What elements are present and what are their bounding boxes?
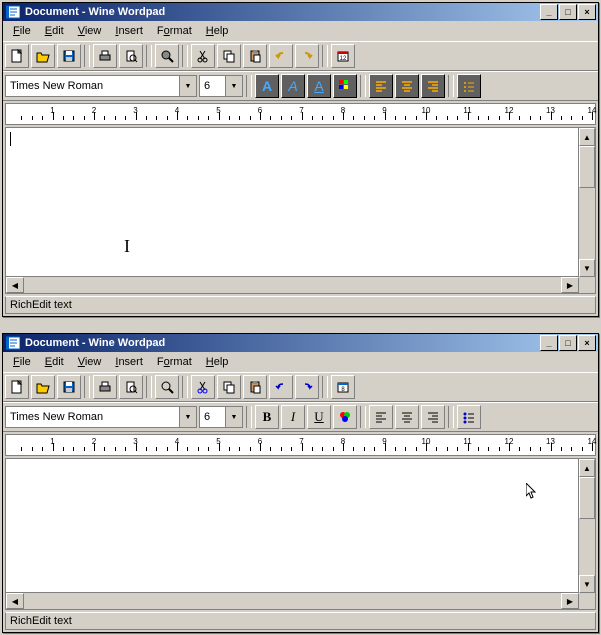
menu-format[interactable]: Format [151, 23, 198, 39]
menu-edit[interactable]: Edit [39, 354, 70, 370]
menu-help[interactable]: Help [200, 23, 235, 39]
window-title: Document - Wine Wordpad [25, 6, 540, 18]
menu-help[interactable]: Help [200, 354, 235, 370]
copy-button[interactable] [217, 375, 241, 399]
preview-button[interactable] [119, 375, 143, 399]
menu-view[interactable]: View [72, 354, 108, 370]
size-combo[interactable]: 6 ▼ [199, 406, 243, 428]
size-combo[interactable]: 6 ▼ [199, 75, 243, 97]
bullets-button[interactable] [457, 74, 481, 98]
menu-file[interactable]: File [7, 23, 37, 39]
hscrollbar[interactable]: ◀▶ [6, 276, 579, 293]
svg-text:12: 12 [340, 56, 347, 62]
print-button[interactable] [93, 44, 117, 68]
chevron-down-icon[interactable]: ▼ [179, 407, 196, 427]
find-button[interactable] [155, 375, 179, 399]
wordpad-icon [5, 335, 21, 351]
size-value: 6 [200, 411, 225, 423]
format-toolbar: Times New Roman ▼ 6 ▼ B I U [3, 402, 598, 432]
font-value: Times New Roman [6, 80, 179, 92]
vscrollbar[interactable]: ▲▼ [578, 459, 595, 609]
find-button[interactable] [155, 44, 179, 68]
main-toolbar: 8 [3, 372, 598, 402]
new-button[interactable] [5, 375, 29, 399]
window-title: Document - Wine Wordpad [25, 337, 540, 349]
align-left-button[interactable] [369, 74, 393, 98]
color-button[interactable] [333, 405, 357, 429]
menu-insert[interactable]: Insert [109, 354, 149, 370]
align-center-button[interactable] [395, 405, 419, 429]
ruler[interactable]: 1234567891011121314 [5, 434, 596, 456]
italic-button[interactable]: A [281, 74, 305, 98]
bold-button[interactable]: A [255, 74, 279, 98]
paste-button[interactable] [243, 44, 267, 68]
bullets-button[interactable] [457, 405, 481, 429]
titlebar[interactable]: Document - Wine Wordpad _ □ × [3, 3, 598, 21]
text-editor[interactable]: ▲▼ ◀▶ [5, 458, 596, 610]
save-button[interactable] [57, 44, 81, 68]
redo-button[interactable] [295, 375, 319, 399]
color-button[interactable] [333, 74, 357, 98]
menu-edit[interactable]: Edit [39, 23, 70, 39]
hscrollbar[interactable]: ◀▶ [6, 592, 579, 609]
cut-button[interactable] [191, 375, 215, 399]
save-button[interactable] [57, 375, 81, 399]
arrow-cursor-icon [526, 483, 538, 501]
minimize-button[interactable]: _ [540, 4, 558, 20]
maximize-button[interactable]: □ [559, 335, 577, 351]
align-center-button[interactable] [395, 74, 419, 98]
main-toolbar: 12 [3, 41, 598, 71]
font-combo[interactable]: Times New Roman ▼ [5, 75, 197, 97]
chevron-down-icon[interactable]: ▼ [225, 76, 242, 96]
size-value: 6 [200, 80, 225, 92]
maximize-button[interactable]: □ [559, 4, 577, 20]
menu-format[interactable]: Format [151, 354, 198, 370]
wordpad-icon [5, 4, 21, 20]
status-bar: RichEdit text [5, 612, 596, 630]
open-button[interactable] [31, 375, 55, 399]
new-button[interactable] [5, 44, 29, 68]
chevron-down-icon[interactable]: ▼ [225, 407, 242, 427]
font-combo[interactable]: Times New Roman ▼ [5, 406, 197, 428]
minimize-button[interactable]: _ [540, 335, 558, 351]
undo-button[interactable] [269, 375, 293, 399]
titlebar[interactable]: Document - Wine Wordpad _ □ × [3, 334, 598, 352]
print-button[interactable] [93, 375, 117, 399]
open-button[interactable] [31, 44, 55, 68]
cut-button[interactable] [191, 44, 215, 68]
date-button[interactable]: 8 [331, 375, 355, 399]
close-button[interactable]: × [578, 4, 596, 20]
align-right-button[interactable] [421, 74, 445, 98]
italic-button[interactable]: I [281, 405, 305, 429]
align-right-button[interactable] [421, 405, 445, 429]
ibeam-cursor-icon: I [124, 236, 130, 257]
underline-button[interactable]: U [307, 405, 331, 429]
menu-file[interactable]: File [7, 354, 37, 370]
undo-button[interactable] [269, 44, 293, 68]
date-button[interactable]: 12 [331, 44, 355, 68]
menu-view[interactable]: View [72, 23, 108, 39]
ruler[interactable]: 1234567891011121314 [5, 103, 596, 125]
format-toolbar: Times New Roman ▼ 6 ▼ A A A [3, 71, 598, 101]
status-bar: RichEdit text [5, 296, 596, 314]
wordpad-window-2: Document - Wine Wordpad _ □ × File Edit … [2, 333, 599, 633]
vscrollbar[interactable]: ▲▼ [578, 128, 595, 293]
menubar: File Edit View Insert Format Help [3, 352, 598, 372]
wordpad-window-1: Document - Wine Wordpad _ □ × File Edit … [2, 2, 599, 317]
bold-button[interactable]: B [255, 405, 279, 429]
text-caret [10, 132, 11, 146]
preview-button[interactable] [119, 44, 143, 68]
font-value: Times New Roman [6, 411, 179, 423]
copy-button[interactable] [217, 44, 241, 68]
paste-button[interactable] [243, 375, 267, 399]
menubar: File Edit View Insert Format Help [3, 21, 598, 41]
menu-insert[interactable]: Insert [109, 23, 149, 39]
text-editor[interactable]: I ▲▼ ◀▶ [5, 127, 596, 294]
underline-button[interactable]: A [307, 74, 331, 98]
redo-button[interactable] [295, 44, 319, 68]
close-button[interactable]: × [578, 335, 596, 351]
align-left-button[interactable] [369, 405, 393, 429]
chevron-down-icon[interactable]: ▼ [179, 76, 196, 96]
